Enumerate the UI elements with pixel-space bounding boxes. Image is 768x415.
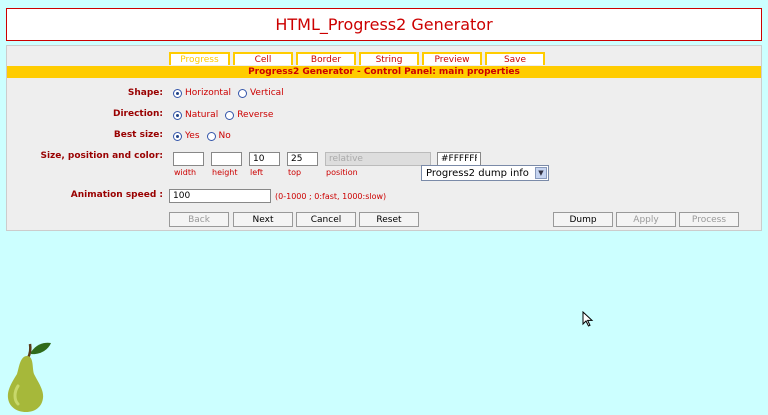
height-sublabel: height: [212, 168, 238, 177]
best-size-no-radio[interactable]: [206, 131, 216, 141]
height-input[interactable]: [211, 152, 242, 166]
best-size-yes-label: Yes: [185, 131, 200, 141]
width-input[interactable]: [173, 152, 204, 166]
tab-preview[interactable]: Preview: [422, 52, 482, 65]
process-button[interactable]: Process: [679, 212, 739, 227]
reset-button[interactable]: Reset: [359, 212, 419, 227]
page-title: HTML_Progress2 Generator: [6, 8, 762, 41]
shape-options: Horizontal Vertical: [173, 88, 284, 98]
animation-speed-label: Animation speed :: [70, 190, 163, 200]
control-panel: Progress Cell Border String Preview Save…: [6, 45, 762, 231]
mouse-cursor-icon: [582, 310, 594, 330]
left-input[interactable]: [249, 152, 280, 166]
left-sublabel: left: [250, 168, 263, 177]
width-sublabel: width: [174, 168, 197, 177]
tab-border[interactable]: Border: [296, 52, 356, 65]
shape-vertical-radio[interactable]: [237, 88, 247, 98]
shape-label: Shape:: [127, 88, 163, 98]
shape-horizontal-label: Horizontal: [185, 88, 231, 98]
top-sublabel: top: [288, 168, 302, 177]
direction-natural-label: Natural: [185, 110, 219, 120]
apply-button[interactable]: Apply: [616, 212, 676, 227]
tab-string[interactable]: String: [359, 52, 419, 65]
direction-label: Direction:: [112, 109, 163, 119]
size-position-label: Size, position and color:: [40, 151, 163, 161]
best-size-options: Yes No: [173, 131, 231, 141]
pear-logo-icon: [4, 340, 54, 415]
dump-button[interactable]: Dump: [553, 212, 613, 227]
dump-select-value: Progress2 dump info: [426, 167, 529, 179]
bgcolor-input[interactable]: [437, 152, 481, 166]
best-size-no-label: No: [218, 131, 231, 141]
shape-vertical-label: Vertical: [249, 88, 284, 98]
section-banner: Progress2 Generator - Control Panel: mai…: [7, 66, 761, 78]
direction-reverse-radio[interactable]: [225, 110, 235, 120]
tab-cell[interactable]: Cell: [233, 52, 293, 65]
position-input: [325, 152, 431, 166]
chevron-down-icon[interactable]: ▼: [535, 167, 547, 179]
direction-reverse-label: Reverse: [237, 110, 274, 120]
cancel-button[interactable]: Cancel: [296, 212, 356, 227]
direction-options: Natural Reverse: [173, 110, 273, 120]
position-sublabel: position: [326, 168, 358, 177]
animation-speed-input[interactable]: [169, 189, 271, 203]
tab-progress[interactable]: Progress: [169, 52, 230, 65]
best-size-yes-radio[interactable]: [173, 131, 182, 141]
best-size-label: Best size:: [113, 130, 163, 140]
animation-speed-hint: (0-1000 ; 0:fast, 1000:slow): [275, 192, 387, 201]
direction-natural-radio[interactable]: [173, 110, 182, 120]
back-button[interactable]: Back: [169, 212, 229, 227]
tab-save[interactable]: Save: [485, 52, 545, 65]
shape-horizontal-radio[interactable]: [173, 88, 182, 98]
dump-select[interactable]: Progress2 dump info ▼: [421, 165, 549, 181]
next-button[interactable]: Next: [233, 212, 293, 227]
top-input[interactable]: [287, 152, 318, 166]
